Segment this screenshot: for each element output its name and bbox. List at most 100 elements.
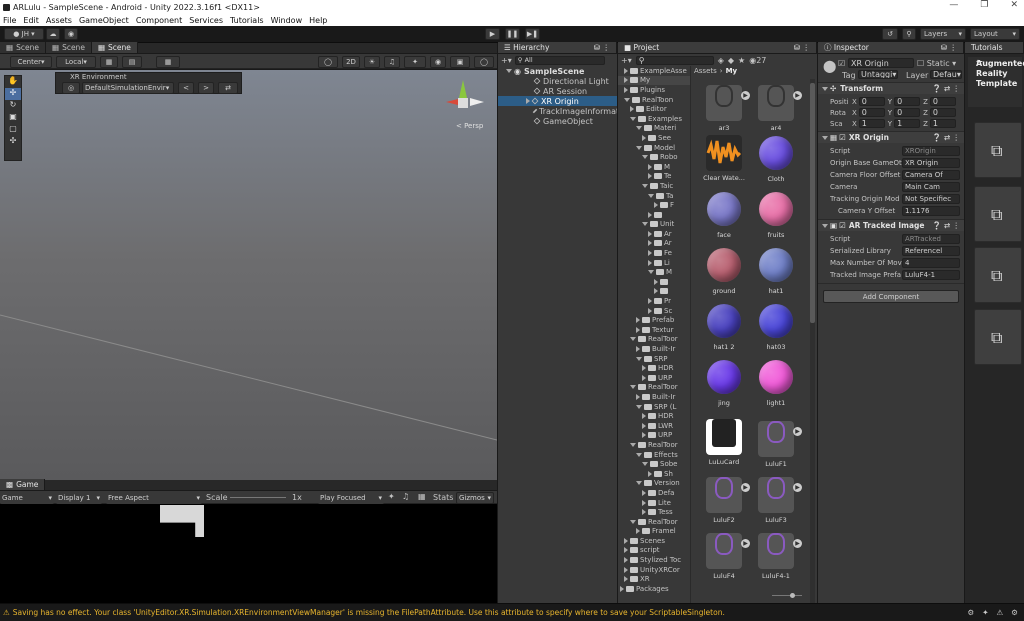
expand-arrow-icon[interactable]: ▶ bbox=[793, 483, 802, 492]
transform-z-field[interactable]: 0 bbox=[929, 108, 956, 117]
folder-item[interactable]: Sc bbox=[618, 306, 690, 316]
folder-item[interactable]: Model bbox=[618, 143, 690, 153]
notification-icon[interactable]: ⚠ bbox=[997, 608, 1004, 617]
camera-settings-icon[interactable]: ▣ bbox=[450, 56, 470, 68]
folder-item[interactable]: Sobe bbox=[618, 459, 690, 469]
asset-item[interactable]: face bbox=[702, 191, 746, 243]
asset-item[interactable]: fruits bbox=[754, 191, 798, 243]
transform-header[interactable]: ✣ Transform ❔ ⇄ ⋮ bbox=[818, 82, 964, 94]
settings-icon[interactable]: ⚙ bbox=[1011, 608, 1018, 617]
folder-item[interactable]: Stylized Toc bbox=[618, 555, 690, 565]
folder-item[interactable] bbox=[618, 210, 690, 220]
grid-visibility-icon[interactable]: ▦ bbox=[156, 56, 180, 68]
hand-tool-icon[interactable]: ✋ bbox=[5, 76, 21, 88]
close-icon[interactable]: ✕ bbox=[1010, 0, 1018, 10]
thumbnail-size-slider[interactable] bbox=[772, 593, 802, 598]
xr-env-toggle-icon[interactable]: ◎ bbox=[62, 82, 80, 94]
property-value-field[interactable]: Camera Of bbox=[902, 170, 960, 180]
folder-item[interactable]: Built-Ir bbox=[618, 344, 690, 354]
folder-item[interactable]: HDR bbox=[618, 363, 690, 373]
folder-item[interactable]: Packages bbox=[618, 584, 690, 594]
status-bar[interactable]: ⚠ Saving has no effect. Your class 'Unit… bbox=[0, 603, 1024, 621]
project-search-input[interactable]: ⚲ bbox=[635, 55, 714, 65]
folder-item[interactable]: URP bbox=[618, 373, 690, 383]
next-env-button[interactable]: > bbox=[198, 82, 214, 94]
property-value-field[interactable]: ARTracked bbox=[902, 234, 960, 244]
folder-item[interactable]: SRP bbox=[618, 354, 690, 364]
bug-icon[interactable]: ✦ bbox=[388, 492, 395, 501]
folder-item[interactable]: Plugins bbox=[618, 85, 690, 95]
account-button[interactable]: ● JH ▾ bbox=[4, 28, 44, 40]
transform-y-field[interactable]: 0 bbox=[894, 108, 921, 117]
step-button[interactable]: ▶❚ bbox=[525, 28, 540, 40]
menu-file[interactable]: File bbox=[3, 16, 16, 25]
folder-item[interactable]: HDR bbox=[618, 411, 690, 421]
transform-z-field[interactable]: 1 bbox=[929, 119, 956, 128]
xr-origin-header[interactable]: ▦ ☑ XR Origin ❔ ⇄ ⋮ bbox=[818, 131, 964, 143]
aspect-dropdown[interactable]: Free Aspect ▾ bbox=[106, 492, 202, 504]
transform-y-field[interactable]: 0 bbox=[894, 97, 921, 106]
favorite-icon[interactable]: ★ bbox=[738, 56, 745, 65]
transform-x-field[interactable]: 0 bbox=[858, 108, 885, 117]
menu-assets[interactable]: Assets bbox=[46, 16, 72, 25]
hierarchy-item[interactable]: XR Origin bbox=[498, 96, 617, 106]
tab-game[interactable]: ▩ Game bbox=[0, 479, 46, 490]
folder-item[interactable]: RealToor bbox=[618, 335, 690, 345]
asset-item[interactable]: LuLuCard bbox=[702, 415, 746, 467]
layers-dropdown[interactable]: Layers ▾ bbox=[920, 28, 966, 40]
component-menu-icon[interactable]: ❔ ⇄ ⋮ bbox=[932, 221, 960, 230]
rect-tool-icon[interactable]: ▢ bbox=[5, 124, 21, 136]
scene-viewport[interactable]: ✋ ✢ ↻ ▣ ▢ ✣ XR Environment ◎ DefaultSimu… bbox=[0, 70, 497, 480]
folder-item[interactable]: Version bbox=[618, 479, 690, 489]
xr-env-dropdown[interactable]: DefaultSimulationEnvir ▾ bbox=[82, 82, 174, 94]
asset-item[interactable]: hat03 bbox=[754, 303, 798, 355]
scene-gizmo[interactable]: < Persp bbox=[442, 76, 490, 134]
folder-item[interactable]: Materi bbox=[618, 124, 690, 134]
asset-scrollbar[interactable] bbox=[810, 79, 815, 619]
tutorial-link-1[interactable]: ⧉ bbox=[974, 122, 1022, 178]
network-icon[interactable]: ✦ bbox=[982, 608, 988, 617]
folder-item[interactable]: Editor bbox=[618, 104, 690, 114]
scale-tool-icon[interactable]: ▣ bbox=[5, 112, 21, 124]
folder-item[interactable]: Scenes bbox=[618, 536, 690, 546]
add-icon[interactable]: +▾ bbox=[501, 56, 512, 65]
asset-item[interactable]: jing bbox=[702, 359, 746, 411]
menu-edit[interactable]: Edit bbox=[23, 16, 39, 25]
property-value-field[interactable]: XROrigin bbox=[902, 146, 960, 156]
snap-increment-icon[interactable]: ▤ bbox=[122, 56, 142, 68]
folder-item[interactable]: script bbox=[618, 546, 690, 556]
property-value-field[interactable]: 1.1176 bbox=[902, 206, 960, 216]
persp-label[interactable]: < Persp bbox=[456, 122, 483, 130]
folder-item[interactable]: Robo bbox=[618, 152, 690, 162]
asset-item[interactable]: Clear Wate... bbox=[702, 135, 746, 187]
transform-z-field[interactable]: 0 bbox=[929, 97, 956, 106]
menu-help[interactable]: Help bbox=[309, 16, 327, 25]
hierarchy-item[interactable]: TrackImageInformati bbox=[498, 106, 617, 116]
hierarchy-search-input[interactable]: ⚲ All bbox=[514, 55, 605, 65]
menu-component[interactable]: Component bbox=[136, 16, 182, 25]
search-icon[interactable]: ⚲ bbox=[902, 28, 916, 40]
folder-item[interactable]: Built-Ir bbox=[618, 392, 690, 402]
folder-item[interactable]: Fe bbox=[618, 248, 690, 258]
tab-scene-3[interactable]: ▦ Scene bbox=[91, 42, 138, 53]
folder-item[interactable]: RealToor bbox=[618, 440, 690, 450]
folder-item[interactable]: Ta bbox=[618, 191, 690, 201]
filter-label-icon[interactable]: ◆ bbox=[728, 56, 734, 65]
folder-item[interactable]: Li bbox=[618, 258, 690, 268]
expand-arrow-icon[interactable]: ▶ bbox=[793, 427, 802, 436]
folder-item[interactable]: Ar bbox=[618, 229, 690, 239]
folder-item[interactable]: Lite bbox=[618, 498, 690, 508]
scale-slider[interactable] bbox=[230, 497, 286, 498]
layout-grid-icon[interactable]: ▦ bbox=[418, 492, 426, 501]
folder-item[interactable]: Unit bbox=[618, 220, 690, 230]
bug-report-icon[interactable]: ⚙ bbox=[968, 608, 975, 617]
menu-gameobject[interactable]: GameObject bbox=[79, 16, 129, 25]
minimize-icon[interactable]: — bbox=[949, 0, 958, 10]
filter-type-icon[interactable]: ◈ bbox=[718, 56, 724, 65]
folder-item[interactable]: Sh bbox=[618, 469, 690, 479]
rotate-tool-icon[interactable]: ↻ bbox=[5, 100, 21, 112]
folder-item[interactable]: Examples bbox=[618, 114, 690, 124]
transform-x-field[interactable]: 1 bbox=[858, 119, 885, 128]
folder-item[interactable]: M bbox=[618, 267, 690, 277]
folder-item[interactable]: Framel bbox=[618, 527, 690, 537]
